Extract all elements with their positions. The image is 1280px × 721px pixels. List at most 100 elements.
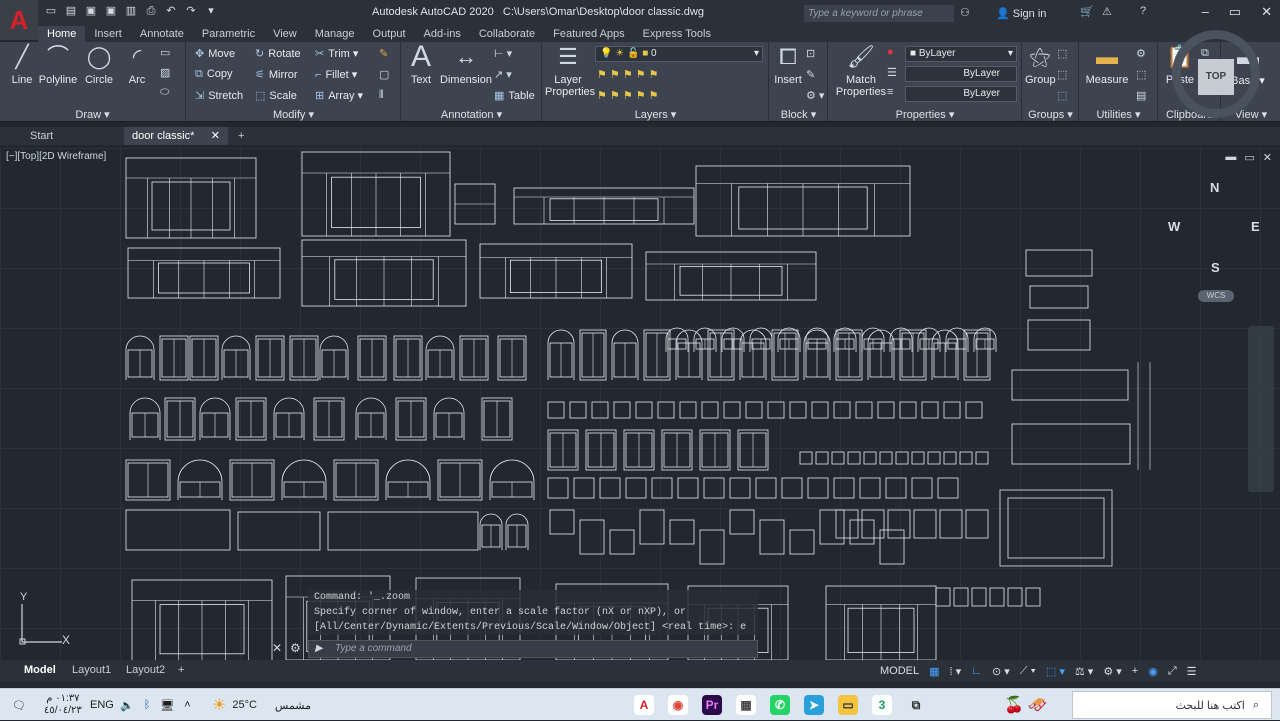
id-point-icon[interactable]: ▤: [1136, 89, 1146, 102]
color-dropdown[interactable]: ■ ByLayer ▾: [905, 46, 1017, 62]
new-tab-icon[interactable]: +: [230, 127, 254, 145]
help-icon[interactable]: ?: [1140, 5, 1146, 17]
modify-panel-title[interactable]: Modify ▾: [187, 108, 400, 122]
save-icon[interactable]: ▣: [84, 4, 98, 18]
linetype-dropdown[interactable]: ByLayer: [905, 66, 1017, 82]
binoculars-icon[interactable]: ⚇: [960, 6, 970, 19]
close-tab-icon[interactable]: ✕: [211, 127, 220, 145]
fullscreen-icon[interactable]: ⤢: [1168, 665, 1177, 678]
circle-button[interactable]: ◯ Circle: [82, 44, 116, 86]
ribbon-tab-manage[interactable]: Manage: [306, 26, 364, 42]
group-select-icon[interactable]: ⬚: [1057, 89, 1067, 102]
layout2-tab[interactable]: Layout2: [118, 662, 173, 678]
ribbon-tab-featured-apps[interactable]: Featured Apps: [544, 26, 634, 42]
cart-icon[interactable]: 🛒: [1080, 5, 1094, 18]
workspace-icon[interactable]: ⚙ ▾: [1103, 665, 1121, 678]
drawing-tab[interactable]: door classic* ✕: [124, 127, 228, 145]
add-layout-icon[interactable]: +: [170, 662, 192, 678]
leader-icon[interactable]: ↗ ▾: [494, 68, 512, 81]
whatsapp-app-icon[interactable]: ✆: [770, 695, 790, 715]
utilities-panel-title[interactable]: Utilities ▾: [1080, 108, 1157, 122]
insert-button[interactable]: ⧠ Insert: [772, 44, 804, 86]
navigation-bar[interactable]: [1248, 326, 1274, 492]
annotation-panel-title[interactable]: Annotation ▾: [402, 108, 541, 122]
ribbon-tab-collaborate[interactable]: Collaborate: [470, 26, 544, 42]
news-widget-icon[interactable]: 🍒 🛷: [1004, 689, 1048, 721]
notification-icon[interactable]: 🗨: [12, 689, 26, 721]
weather-widget[interactable]: ☀ 25°C مشمس: [212, 689, 311, 721]
language-indicator[interactable]: ENG: [90, 689, 114, 721]
compass-west[interactable]: W: [1168, 219, 1180, 234]
chrome-app-icon[interactable]: ◉: [668, 695, 688, 715]
measure-button[interactable]: ▬ Measure: [1084, 44, 1130, 86]
line-button[interactable]: ╱ Line: [6, 44, 38, 86]
ribbon-tab-express-tools[interactable]: Express Tools: [634, 26, 720, 42]
ribbon-tab-output[interactable]: Output: [364, 26, 415, 42]
trim-button[interactable]: ✂ Trim ▾: [315, 47, 358, 60]
customize-qat-icon[interactable]: ▾: [204, 4, 218, 18]
layout1-tab[interactable]: Layout1: [64, 662, 119, 678]
calculator-app-icon[interactable]: ▦: [736, 695, 756, 715]
web-open-icon[interactable]: ▥: [124, 4, 138, 18]
close-icon[interactable]: ✕: [1261, 4, 1272, 20]
new-file-icon[interactable]: ▭: [44, 4, 58, 18]
layer-dropdown[interactable]: 💡 ☀ 🔓 ■ 0 ▾: [595, 46, 763, 62]
plus-icon[interactable]: +: [1132, 665, 1138, 677]
model-tab[interactable]: Model: [16, 662, 64, 678]
ribbon-tab-annotate[interactable]: Annotate: [131, 26, 193, 42]
start-tab[interactable]: Start: [22, 127, 122, 145]
rotate-button[interactable]: ↻ Rotate: [255, 47, 301, 60]
mirror-button[interactable]: ⚟ Mirror: [255, 68, 298, 81]
polyline-button[interactable]: ⌒ Polyline: [38, 44, 78, 86]
explode-icon[interactable]: ▢: [379, 68, 389, 81]
block-panel-title[interactable]: Block ▾: [770, 108, 827, 122]
customize-icon[interactable]: ☰: [1187, 665, 1197, 678]
ortho-icon[interactable]: ∟: [971, 665, 982, 677]
compass-east[interactable]: E: [1251, 219, 1260, 234]
command-input[interactable]: ▶ Type a command: [308, 640, 758, 658]
group-button[interactable]: ⚝ Group: [1025, 44, 1056, 86]
copy-button[interactable]: ⧉ Copy: [195, 68, 233, 81]
viewcube-top-face[interactable]: TOP: [1198, 59, 1234, 95]
layer-tools-row1-icon[interactable]: ⚑ ⚑ ⚑ ⚑ ⚑: [597, 68, 659, 81]
isolate-objects-icon[interactable]: ◉: [1148, 665, 1158, 678]
quick-calc-icon[interactable]: ⚙: [1136, 47, 1146, 60]
lineweight-dropdown[interactable]: ByLayer: [905, 86, 1017, 102]
ribbon-tab-home[interactable]: Home: [38, 26, 86, 42]
compass-north[interactable]: N: [1210, 180, 1219, 195]
dimension-button[interactable]: ↔ Dimension: [440, 44, 492, 86]
grid-icon[interactable]: ▦: [929, 665, 939, 678]
ungroup-icon[interactable]: ⬚: [1057, 47, 1067, 60]
autodesk-a360-icon[interactable]: ⚠: [1102, 5, 1112, 18]
layer-tools-row2-icon[interactable]: ⚑ ⚑ ⚑ ⚑ ⚑: [597, 89, 659, 102]
model-space-button[interactable]: MODEL: [880, 665, 919, 677]
camtasia-app-icon[interactable]: 3: [872, 695, 892, 715]
edit-block-icon[interactable]: ✎: [806, 68, 815, 81]
create-block-icon[interactable]: ⊡: [806, 47, 815, 60]
premiere-app-icon[interactable]: Pr: [702, 695, 722, 715]
wcs-menu[interactable]: WCS: [1198, 290, 1234, 302]
stretch-button[interactable]: ⇲ Stretch: [195, 89, 243, 102]
properties-panel-title[interactable]: Properties ▾: [829, 108, 1021, 122]
clock[interactable]: ٠١:٣٧ م ٤٥/٠٤/٢٣: [44, 689, 82, 721]
ellipse-icon[interactable]: ⬭: [160, 86, 169, 99]
match-properties-button[interactable]: 🖌 Match Properties: [833, 44, 889, 98]
select-all-icon[interactable]: ⬚: [1136, 68, 1146, 81]
autocad-logo-icon[interactable]: A: [0, 0, 38, 40]
annotation-scale-icon[interactable]: ⚖ ▾: [1075, 665, 1093, 678]
draw-panel-title[interactable]: Draw ▾: [0, 108, 185, 122]
layer-properties-button[interactable]: ☰ Layer Properties: [545, 44, 595, 98]
groups-panel-title[interactable]: Groups ▾: [1023, 108, 1078, 122]
snap-icon[interactable]: ⁞ ▾: [950, 665, 962, 678]
table-button[interactable]: ▦ Table: [494, 89, 535, 102]
array-button[interactable]: ⊞ Array ▾: [315, 89, 363, 102]
bluetooth-icon[interactable]: ᛒ: [144, 699, 151, 711]
undo-icon[interactable]: ↶: [164, 4, 178, 18]
move-button[interactable]: ✥ Move: [195, 47, 235, 60]
open-file-icon[interactable]: ▤: [64, 4, 78, 18]
ribbon-tab-parametric[interactable]: Parametric: [193, 26, 264, 42]
layers-panel-title[interactable]: Layers ▾: [543, 108, 768, 122]
group-edit-icon[interactable]: ⬚: [1057, 68, 1067, 81]
attribute-icon[interactable]: ⚙ ▾: [806, 89, 824, 102]
hatch-icon[interactable]: ▨: [160, 66, 170, 79]
